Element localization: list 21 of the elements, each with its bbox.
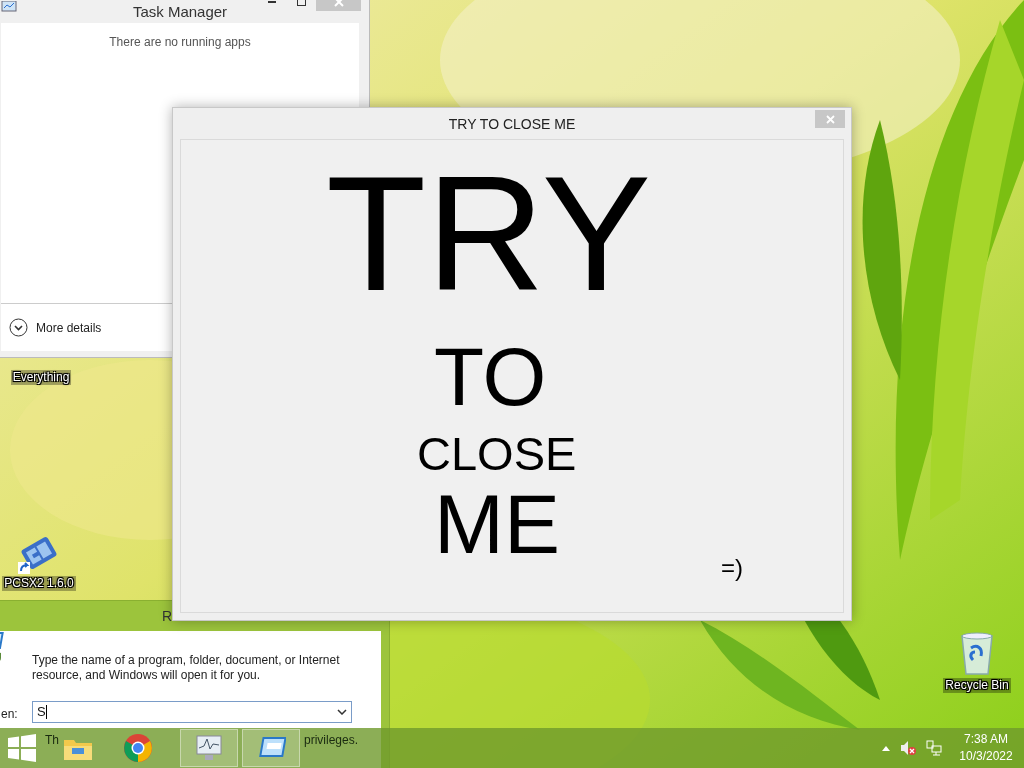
message-text: TO <box>434 336 547 418</box>
admin-note: Th <box>45 732 59 749</box>
icon-label[interactable]: Recycle Bin <box>943 678 1011 693</box>
admin-note: privileges. <box>304 732 359 749</box>
message-text: ME <box>434 482 560 566</box>
window-title: TRY TO CLOSE ME <box>448 114 576 134</box>
icon-label[interactable]: PCSX2 1.6.0 <box>2 576 76 591</box>
clock-date: 10/3/2022 <box>959 748 1013 765</box>
more-details-button[interactable]: More details <box>9 318 102 337</box>
clock-time: 7:38 AM <box>964 731 1008 748</box>
clock[interactable]: 7:38 AM 10/3/2022 <box>954 731 1018 765</box>
open-label: en: <box>1 706 18 723</box>
open-field[interactable]: S <box>32 701 352 723</box>
icon-label[interactable]: Everything <box>10 370 72 385</box>
empty-message: There are no running apps <box>109 34 251 51</box>
description-text: Type the name of a program, folder, document, or Internet resource, and Windows will open it for you. <box>32 653 341 683</box>
message-text: TRY <box>326 152 652 316</box>
message-text: CLOSE <box>417 430 577 477</box>
smiley-text: =) <box>721 553 743 583</box>
window-title: Task Manager <box>132 1 228 22</box>
window-title: R <box>162 606 173 626</box>
